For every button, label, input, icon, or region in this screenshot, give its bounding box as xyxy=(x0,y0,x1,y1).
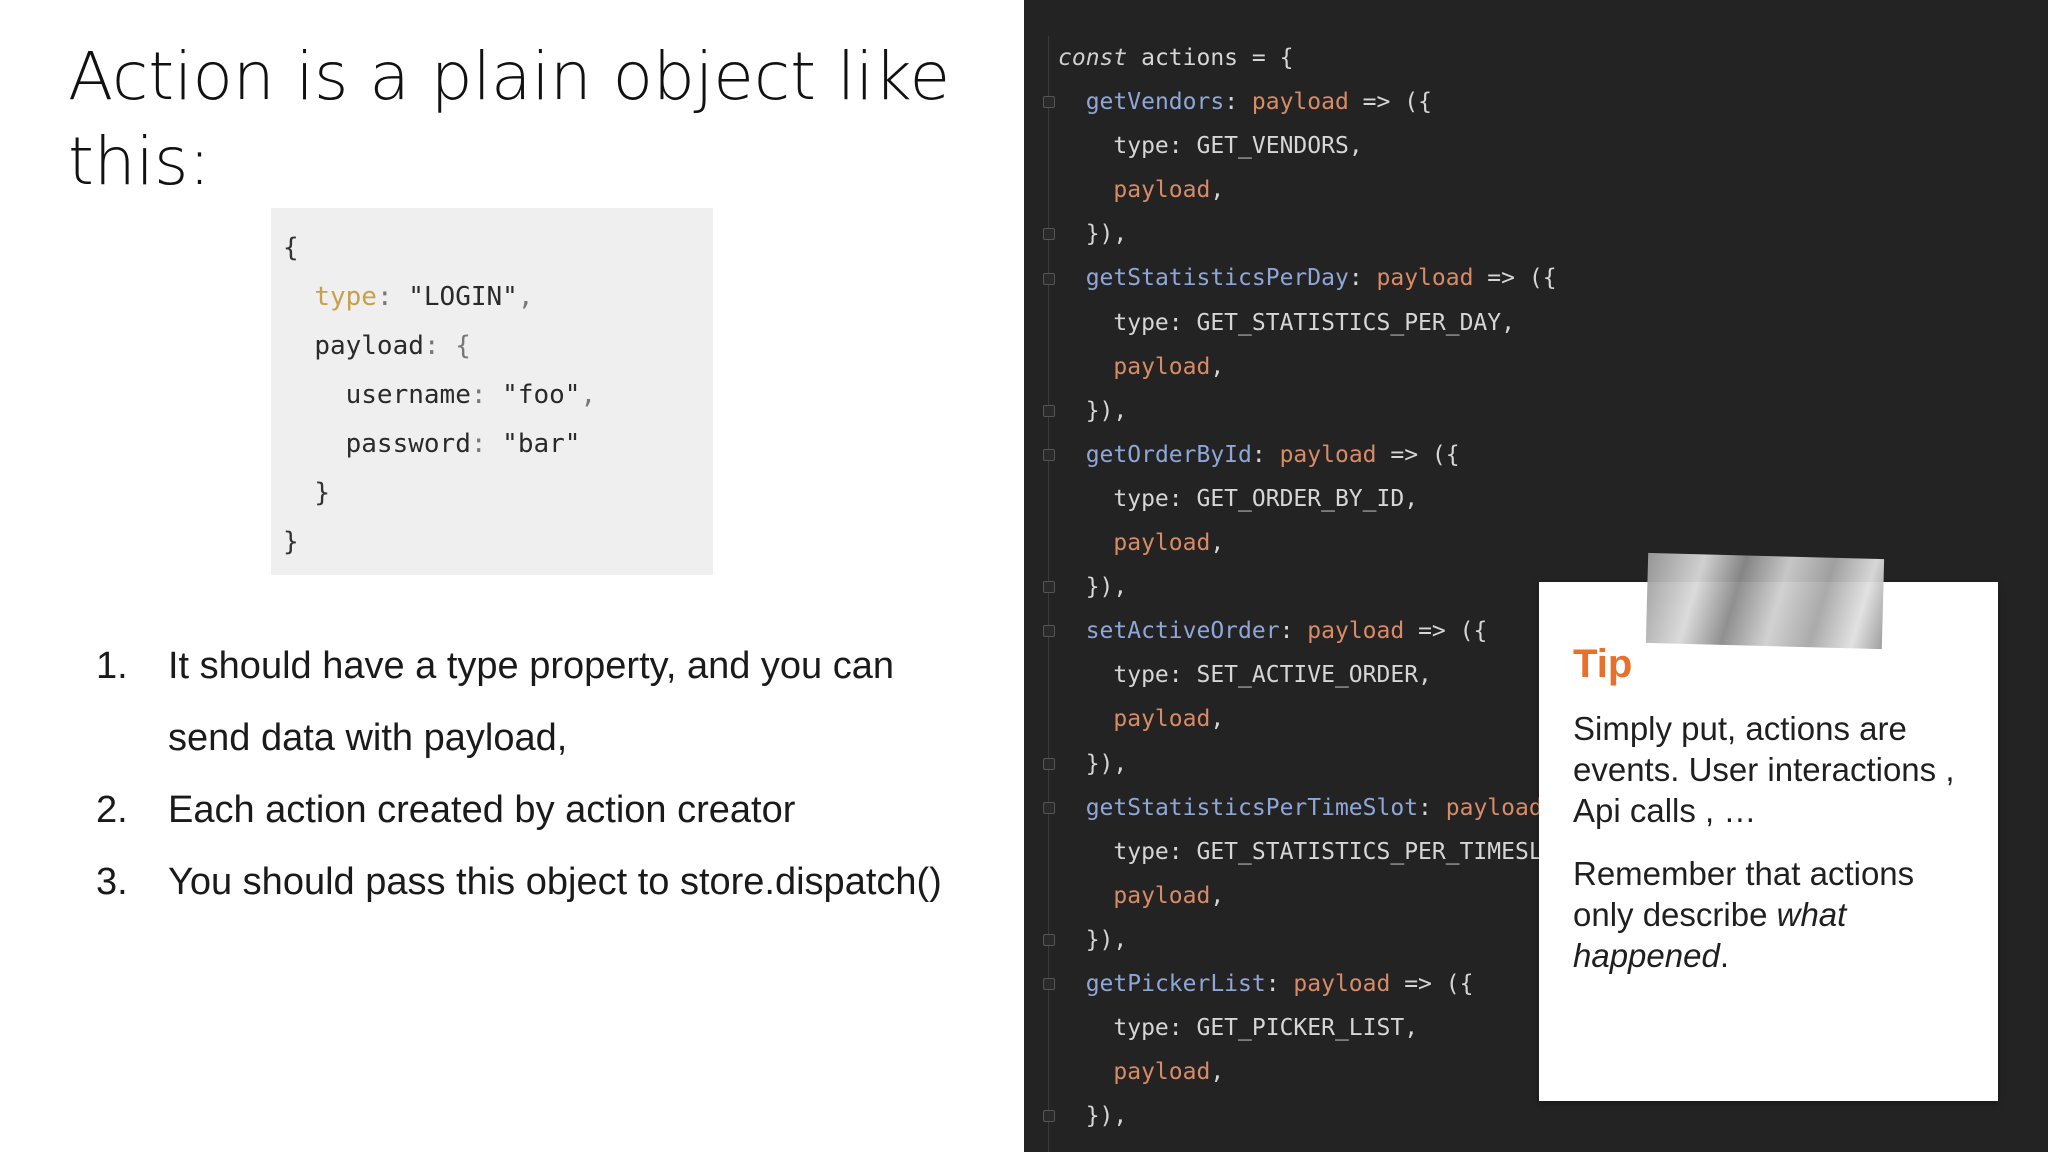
code-param: payload xyxy=(1445,794,1543,821)
code-action-type: GET_PICKER_LIST xyxy=(1196,1015,1405,1042)
code-param: payload xyxy=(1307,618,1405,645)
code-action-type: GET_ORDER_BY_ID xyxy=(1196,485,1405,512)
fold-marker-icon[interactable] xyxy=(1043,801,1055,814)
code-param: payload xyxy=(1251,89,1349,116)
code-keyword: const xyxy=(1058,45,1128,71)
code-action-name: getPickerList xyxy=(1085,970,1266,997)
fold-marker-icon[interactable] xyxy=(1043,978,1055,991)
code-param: payload xyxy=(1279,441,1377,468)
example-action-code-block: { type: "LOGIN", payload: { username: "f… xyxy=(271,208,713,575)
code-action-name: getStatisticsPerTimeSlot xyxy=(1085,794,1419,821)
fold-marker-icon[interactable] xyxy=(1043,228,1055,241)
fold-marker-icon[interactable] xyxy=(1043,272,1055,285)
fold-marker-icon[interactable] xyxy=(1043,934,1055,946)
action-rules-list: 1. It should have a type property, and yo… xyxy=(96,630,976,918)
code-param: payload xyxy=(1293,970,1391,997)
code-action-type: GET_STATISTICS_PER_DAY xyxy=(1196,309,1502,336)
tip-title: Tip xyxy=(1573,642,1633,686)
code-param: payload xyxy=(1113,882,1211,909)
code-param: payload xyxy=(1113,353,1211,380)
code-action-type: SET_ACTIVE_ORDER xyxy=(1196,662,1419,689)
tip-card: Tip Simply put, actions are events. User… xyxy=(1539,552,1998,1101)
code-param: payload xyxy=(1113,706,1211,733)
code-param: payload xyxy=(1113,530,1211,557)
fold-marker-icon[interactable] xyxy=(1043,625,1055,638)
code-action-name: getVendors xyxy=(1085,89,1225,116)
fold-marker-icon[interactable] xyxy=(1043,96,1055,109)
list-item: 2. Each action created by action creator xyxy=(96,789,796,831)
code-param: payload xyxy=(1376,265,1474,292)
code-action-type: GET_VENDORS xyxy=(1196,133,1349,160)
code-action-name: getStatisticsPerDay xyxy=(1085,265,1349,292)
example-action-code: { type: "LOGIN", payload: { username: "f… xyxy=(283,233,597,557)
fold-marker-icon[interactable] xyxy=(1043,448,1055,461)
code-action-type: GET_STATISTICS_PER_TIMESLOT xyxy=(1196,838,1571,865)
fold-marker-icon[interactable] xyxy=(1043,1110,1055,1123)
tip-text: Simply put, actions are events. User int… xyxy=(1573,710,1955,829)
list-item: 3. You should pass this object to store.d… xyxy=(96,861,942,903)
tip-text-remember: Remember that actions only describe what… xyxy=(1573,855,1915,974)
fold-marker-icon[interactable] xyxy=(1043,581,1055,594)
code-param: payload xyxy=(1113,177,1211,204)
fold-marker-icon[interactable] xyxy=(1043,404,1055,417)
slide-title: Action is a plain object like this: xyxy=(68,38,951,200)
code-param: payload xyxy=(1113,1059,1211,1086)
fold-marker-icon[interactable] xyxy=(1043,757,1055,770)
code-action-name: getOrderById xyxy=(1085,441,1252,468)
code-action-name: setActiveOrder xyxy=(1085,618,1280,645)
tip-body: Simply put, actions are events. User int… xyxy=(1573,708,1973,998)
tape-decoration xyxy=(1645,552,1885,650)
list-item: 1. It should have a type property, and yo… xyxy=(96,645,894,759)
